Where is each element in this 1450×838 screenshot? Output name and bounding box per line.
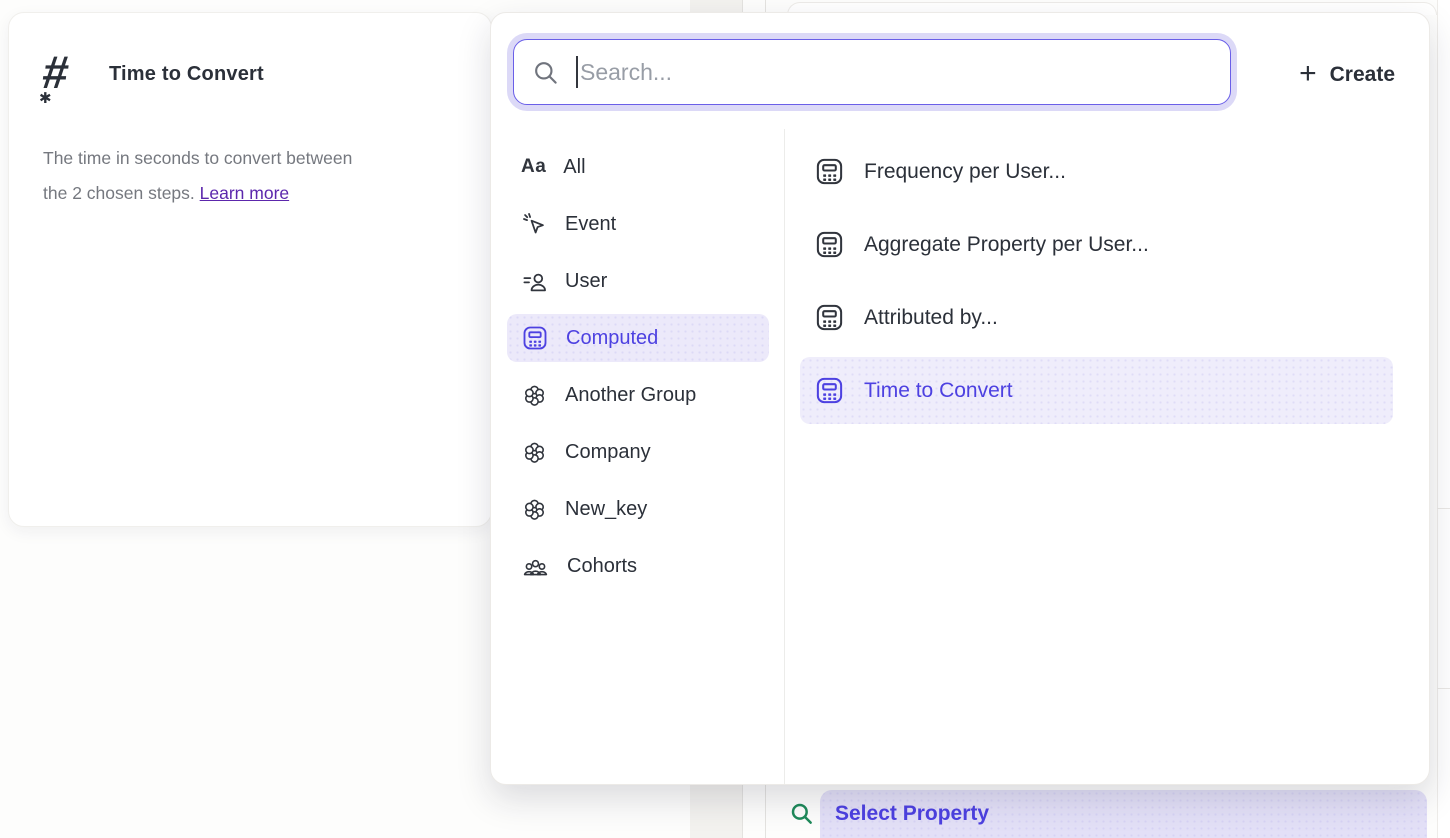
property-picker-panel: Search... + Create Aa All Event	[490, 12, 1430, 785]
list-item-attributed-by[interactable]: Attributed by...	[800, 284, 1393, 351]
text-caret	[576, 56, 578, 88]
computed-property-icon: # ✱	[43, 49, 99, 113]
list-item-frequency-per-user[interactable]: Frequency per User...	[800, 138, 1393, 205]
sidebar-item-cohorts[interactable]: Cohorts	[507, 542, 769, 590]
cursor-click-icon	[521, 211, 548, 238]
search-input[interactable]: Search...	[513, 39, 1231, 105]
background-divider	[765, 785, 766, 838]
create-button[interactable]: + Create	[1299, 55, 1395, 95]
calculator-icon	[814, 156, 845, 187]
group-icon	[521, 496, 548, 523]
sidebar-item-event[interactable]: Event	[507, 200, 769, 248]
calculator-icon	[521, 324, 549, 352]
property-search-icon	[789, 801, 815, 827]
tooltip-card: # ✱ Time to Convert The time in seconds …	[8, 12, 492, 527]
calculator-icon	[814, 302, 845, 333]
plus-icon: +	[1299, 59, 1317, 89]
background-card-edge	[1437, 508, 1450, 509]
sidebar-item-new-key[interactable]: New_key	[507, 485, 769, 533]
sidebar-item-computed[interactable]: Computed	[507, 314, 769, 362]
learn-more-link[interactable]: Learn more	[200, 183, 290, 203]
group-icon	[521, 439, 548, 466]
cohorts-icon	[521, 553, 550, 580]
select-property-field[interactable]: Select Property	[820, 790, 1427, 838]
sidebar-item-another-group[interactable]: Another Group	[507, 371, 769, 419]
list-item-time-to-convert[interactable]: Time to Convert	[800, 357, 1393, 424]
background-side-card	[1437, 0, 1450, 838]
list-item-aggregate-property-per-user[interactable]: Aggregate Property per User...	[800, 211, 1393, 278]
sidebar-item-all[interactable]: Aa All	[507, 143, 769, 191]
sidebar-item-user[interactable]: User	[507, 257, 769, 305]
panel-divider	[784, 129, 785, 784]
calculator-icon	[814, 229, 845, 260]
background-toolbar-strip	[690, 785, 742, 838]
text-format-icon: Aa	[521, 156, 546, 178]
tooltip-description: The time in seconds to convert between t…	[43, 141, 445, 211]
calculator-icon	[814, 375, 845, 406]
select-property-label: Select Property	[835, 802, 989, 826]
user-icon	[521, 268, 548, 295]
background-divider	[742, 785, 743, 838]
sidebar-item-company[interactable]: Company	[507, 428, 769, 476]
create-label: Create	[1330, 63, 1395, 87]
search-icon	[532, 59, 559, 86]
background-card-edge	[1437, 688, 1450, 689]
tooltip-title: Time to Convert	[109, 63, 264, 86]
category-list: Aa All Event User	[507, 143, 769, 599]
group-icon	[521, 382, 548, 409]
results-list: Frequency per User... Aggregate Property…	[800, 138, 1393, 430]
search-placeholder: Search...	[580, 59, 672, 86]
